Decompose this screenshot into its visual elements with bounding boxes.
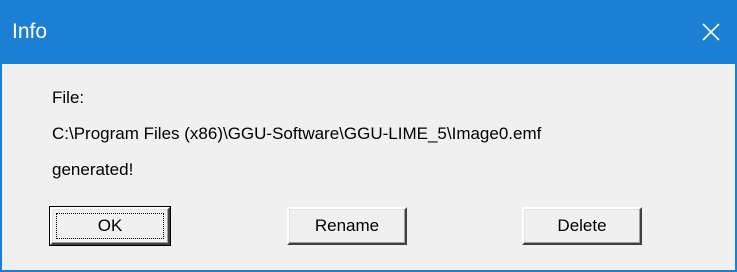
rename-button[interactable]: Rename	[287, 207, 407, 245]
message-label: File:	[52, 88, 85, 107]
delete-button-label: Delete	[557, 216, 607, 235]
ok-button[interactable]: OK	[49, 206, 171, 246]
close-button[interactable]	[687, 0, 735, 64]
focus-rect	[56, 213, 164, 239]
rename-button-label: Rename	[314, 216, 380, 235]
info-dialog: Info File: C:\Program Files (x86)\GGU-So…	[0, 0, 737, 272]
window-title: Info	[12, 20, 48, 43]
close-icon	[702, 23, 720, 41]
file-path-text: C:\Program Files (x86)\GGU-Software\GGU-…	[52, 124, 542, 143]
delete-button[interactable]: Delete	[522, 207, 642, 245]
status-text: generated!	[52, 160, 134, 179]
dialog-body: File: C:\Program Files (x86)\GGU-Softwar…	[2, 64, 735, 270]
title-bar[interactable]: Info	[2, 0, 735, 64]
